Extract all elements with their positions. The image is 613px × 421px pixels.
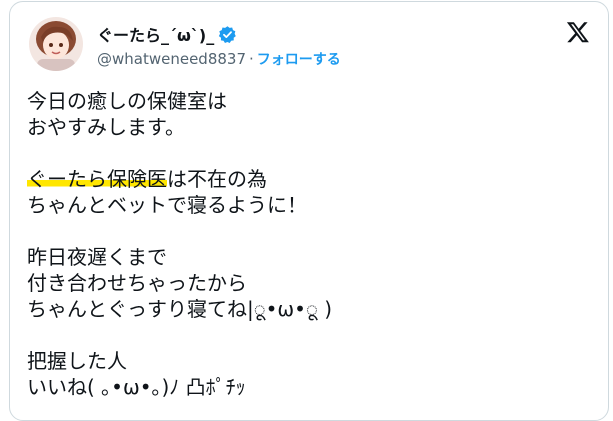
author-name-row[interactable]: ぐーたら_´ω`)_ <box>97 22 237 46</box>
separator-dot: · <box>249 50 254 68</box>
tweet-line: 把握した人 <box>27 349 127 373</box>
avatar[interactable] <box>29 17 83 71</box>
tweet-line: いいね( ｡•ω•｡)ﾉ 凸ﾎﾟﾁｯ <box>27 375 246 399</box>
x-logo-icon[interactable] <box>566 20 590 44</box>
handle-row: @whatweneed8837 · フォローする <box>97 49 341 69</box>
highlighted-text: ぐーたら保険医 <box>27 167 167 191</box>
tweet-line: ちゃんとぐっすり寝てね|ू•ω•ू ) <box>27 297 333 321</box>
tweet-line: 付き合わせちゃったから <box>27 271 247 295</box>
tweet-line: 昨日夜遅くまで <box>27 245 167 269</box>
tweet-line: ちゃんとベットで寝るように！ <box>27 193 307 217</box>
author-handle[interactable]: @whatweneed8837 <box>97 50 246 68</box>
tweet-line-rest: は不在の為 <box>167 167 267 191</box>
follow-link[interactable]: フォローする <box>257 52 341 68</box>
tweet-line: 今日の癒しの保健室は <box>27 89 227 113</box>
tweet-text: 今日の癒しの保健室は おやすみします。 ぐーたら保険医は不在の為 ちゃんとベット… <box>27 88 587 400</box>
verified-badge-icon <box>219 25 237 43</box>
tweet-line: おやすみします。 <box>27 115 185 139</box>
avatar-image <box>29 17 83 71</box>
display-name[interactable]: ぐーたら_´ω`)_ <box>97 22 214 46</box>
tweet-card: ぐーたら_´ω`)_ @whatweneed8837 · フォローする 今日の癒しの… <box>9 1 609 421</box>
tweet-line: ぐーたら保険医は不在の為 <box>27 166 587 192</box>
